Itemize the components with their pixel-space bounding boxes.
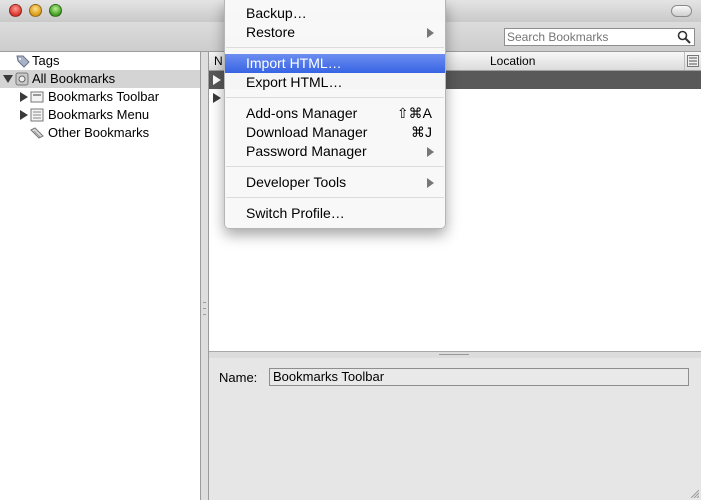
menu-item-label: Backup… <box>246 5 307 21</box>
menu-item-label: Switch Profile… <box>246 205 345 221</box>
submenu-arrow-icon <box>427 147 434 157</box>
library-window: Tags All Bookmarks Bookmarks Toolbar <box>0 0 701 500</box>
menu-item-label: Import HTML… <box>246 55 342 71</box>
menu-item-download-manager[interactable]: Download Manager ⌘J <box>225 123 445 142</box>
sidebar-item-label: Bookmarks Toolbar <box>48 89 160 104</box>
splitter-grip <box>439 354 469 355</box>
places-sidebar: Tags All Bookmarks Bookmarks Toolbar Boo… <box>0 52 201 500</box>
minimize-window-button[interactable] <box>29 4 42 17</box>
menu-item-restore[interactable]: Restore <box>225 23 445 42</box>
menu-item-label: Password Manager <box>246 143 367 159</box>
menu-item-shortcut: ⌘J <box>411 124 432 140</box>
menu-item-label: Add-ons Manager <box>246 105 358 121</box>
menu-item-password-manager[interactable]: Password Manager <box>225 142 445 161</box>
zoom-window-button[interactable] <box>49 4 62 17</box>
library-icon <box>15 72 29 86</box>
search-input[interactable] <box>507 29 673 45</box>
toolbar-folder-icon <box>30 91 44 103</box>
chevron-right-icon[interactable] <box>20 92 28 102</box>
menu-item-switch-profile[interactable]: Switch Profile… <box>225 204 445 223</box>
chevron-right-icon[interactable] <box>213 93 221 103</box>
sidebar-item-bookmarks-toolbar[interactable]: Bookmarks Toolbar <box>0 88 200 106</box>
menu-separator <box>226 197 444 198</box>
search-icon[interactable] <box>677 30 691 44</box>
sidebar-item-label: Tags <box>32 53 60 68</box>
menu-item-label: Developer Tools <box>246 174 347 190</box>
tag-icon <box>16 55 30 68</box>
menu-folder-icon <box>30 108 44 122</box>
name-field[interactable]: Bookmarks Toolbar <box>269 368 689 386</box>
search-field[interactable] <box>504 28 695 46</box>
column-picker-icon[interactable] <box>687 55 699 67</box>
details-pane: Name: Bookmarks Toolbar <box>209 358 701 500</box>
toolbar-toggle-button[interactable] <box>671 5 692 17</box>
sidebar-item-bookmarks-menu[interactable]: Bookmarks Menu <box>0 106 200 124</box>
menu-separator <box>226 166 444 167</box>
menu-item-addons-manager[interactable]: Add-ons Manager ⇧⌘A <box>225 104 445 123</box>
menu-item-export-html[interactable]: Export HTML… <box>225 73 445 92</box>
submenu-arrow-icon <box>427 178 434 188</box>
sidebar-item-other-bookmarks[interactable]: Other Bookmarks <box>0 124 200 142</box>
sidebar-item-label: Other Bookmarks <box>48 125 150 140</box>
splitter-grip <box>203 302 206 303</box>
sidebar-item-label: All Bookmarks <box>32 71 116 86</box>
sidebar-splitter[interactable] <box>201 52 209 500</box>
chevron-down-icon[interactable] <box>3 75 13 83</box>
menu-item-label: Download Manager <box>246 124 368 140</box>
import-backup-menu: Backup… Restore Import HTML… Export HTML… <box>224 0 446 229</box>
submenu-arrow-icon <box>427 28 434 38</box>
sidebar-item-label: Bookmarks Menu <box>48 107 150 122</box>
resize-grip-icon[interactable] <box>689 488 699 498</box>
splitter-grip <box>203 314 206 315</box>
chevron-right-icon[interactable] <box>20 110 28 120</box>
splitter-grip <box>203 308 206 309</box>
menu-item-developer-tools[interactable]: Developer Tools <box>225 173 445 192</box>
column-location[interactable]: Location <box>485 52 685 70</box>
menu-item-backup[interactable]: Backup… <box>225 4 445 23</box>
chevron-right-icon[interactable] <box>213 75 221 85</box>
menu-separator <box>226 97 444 98</box>
name-label: Name: <box>219 370 258 385</box>
menu-item-label: Restore <box>246 24 296 40</box>
menu-item-label: Export HTML… <box>246 74 343 90</box>
sidebar-item-tags[interactable]: Tags <box>0 52 200 70</box>
menu-separator <box>226 47 444 48</box>
menu-item-import-html[interactable]: Import HTML… <box>225 54 445 73</box>
menu-item-shortcut: ⇧⌘A <box>396 105 432 121</box>
folder-icon <box>30 127 44 139</box>
close-window-button[interactable] <box>9 4 22 17</box>
sidebar-item-all-bookmarks[interactable]: All Bookmarks <box>0 70 200 88</box>
